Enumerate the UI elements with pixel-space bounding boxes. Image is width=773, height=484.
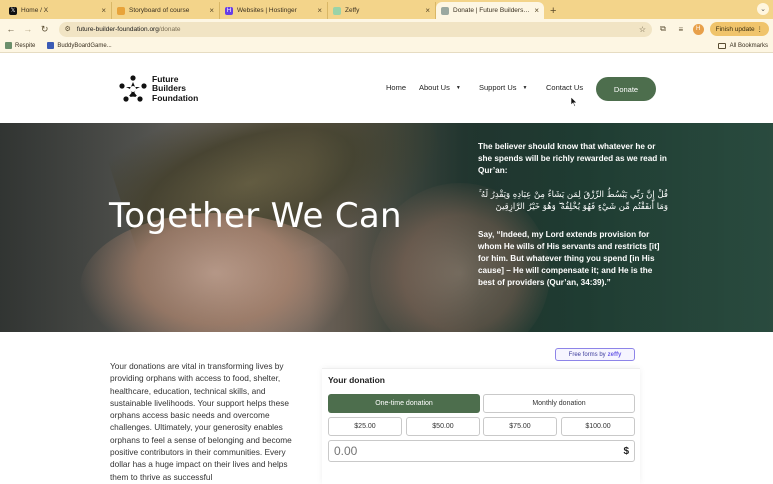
close-tab-icon[interactable]: × xyxy=(101,6,106,15)
bookmark-respite[interactable]: Respite xyxy=(5,42,35,49)
mouse-cursor-icon xyxy=(570,97,578,107)
hostinger-icon: H xyxy=(225,6,233,15)
browser-tab-strip: 𝕏 Home / X × Storyboard of course × H We… xyxy=(0,0,773,19)
close-tab-icon[interactable]: × xyxy=(425,6,430,15)
logo-people-icon xyxy=(119,75,147,102)
tab-title: Donate | Future Builders Fou… xyxy=(453,7,531,14)
url-host: future-builder-foundation.org xyxy=(76,25,159,33)
back-icon[interactable]: ← xyxy=(4,22,18,36)
all-bookmarks-label: All Bookmarks xyxy=(729,42,768,49)
finish-update-button[interactable]: Finish update ⋮ xyxy=(709,22,769,36)
x-logo-icon: 𝕏 xyxy=(9,6,17,15)
tab-title: Home / X xyxy=(21,7,49,14)
dropdown-caret-icon: ▼ xyxy=(522,84,528,91)
browser-tab-active[interactable]: Donate | Future Builders Fou… × xyxy=(436,2,544,19)
site-info-icon[interactable]: ⚙ xyxy=(65,25,71,33)
bookmark-label: BuddyBoardGame... xyxy=(57,42,112,49)
close-tab-icon[interactable]: × xyxy=(534,6,539,15)
browser-tab[interactable]: H Websites | Hostinger × xyxy=(220,2,328,19)
folder-icon xyxy=(717,42,726,49)
tab-title: Websites | Hostinger xyxy=(237,7,297,14)
profile-avatar[interactable]: H xyxy=(692,23,704,35)
nav-contact-us[interactable]: Contact Us xyxy=(546,83,583,92)
amount-25-button[interactable]: $25.00 xyxy=(328,417,402,436)
custom-amount-field[interactable]: $ xyxy=(328,440,635,462)
hero-title: Together We Can xyxy=(109,196,402,236)
hero-banner: Together We Can The believer should know… xyxy=(0,123,773,332)
amount-100-button[interactable]: $100.00 xyxy=(561,417,635,436)
nav-label: Home xyxy=(386,83,407,92)
donate-button[interactable]: Donate xyxy=(596,77,656,101)
url-field[interactable]: ⚙ future-builder-foundation.org/donate ☆ xyxy=(58,21,653,37)
logo-line: Foundation xyxy=(152,92,199,103)
form-title: Your donation xyxy=(328,375,385,385)
donation-description: Your donations are vital in transforming… xyxy=(110,361,292,482)
all-bookmarks-button[interactable]: All Bookmarks xyxy=(717,42,768,49)
custom-amount-input[interactable] xyxy=(334,444,594,458)
nav-home[interactable]: Home xyxy=(386,83,406,92)
browser-tab[interactable]: 𝕏 Home / X × xyxy=(4,2,112,19)
forward-icon[interactable]: → xyxy=(21,22,35,36)
amount-75-button[interactable]: $75.00 xyxy=(483,417,557,436)
tab-title: Zeffy xyxy=(345,7,360,14)
finish-update-label: Finish update xyxy=(715,25,755,33)
hero-arabic-verse: قُلْ إِنَّ رَبِّي يَبْسُطُ الرِّزْقَ لِم… xyxy=(478,190,668,212)
monthly-donation-button[interactable]: Monthly donation xyxy=(483,394,635,413)
bookmark-buddyboardgame[interactable]: BuddyBoardGame... xyxy=(47,42,112,49)
nav-support-us[interactable]: Support Us ▼ xyxy=(479,83,527,92)
badge-prefix: Free forms by xyxy=(568,351,606,358)
bookmark-label: Respite xyxy=(15,42,36,49)
bookmark-favicon-icon xyxy=(47,42,55,49)
zeffy-badge[interactable]: Free forms by zeffy xyxy=(555,348,635,361)
bookmarks-bar: Respite BuddyBoardGame... All Bookmarks xyxy=(0,39,773,53)
nav-label: Contact Us xyxy=(546,83,584,92)
dropdown-caret-icon: ▼ xyxy=(455,84,461,91)
site-header: Future Builders Foundation Home About Us… xyxy=(0,54,773,123)
reload-icon[interactable]: ↻ xyxy=(38,22,52,36)
nav-about-us[interactable]: About Us ▼ xyxy=(419,83,461,92)
tab-title: Storyboard of course xyxy=(129,7,190,14)
doc-icon xyxy=(117,6,125,15)
logo-wordmark: Future Builders Foundation xyxy=(152,74,199,104)
close-tab-icon[interactable]: × xyxy=(209,6,214,15)
nav-label: Support Us xyxy=(479,83,517,92)
address-bar-row: ← → ↻ ⚙ future-builder-foundation.org/do… xyxy=(0,19,773,39)
currency-symbol: $ xyxy=(623,445,629,457)
donation-form: Your donation One-time donation Monthly … xyxy=(322,368,640,484)
close-tab-icon[interactable]: × xyxy=(317,6,322,15)
media-controls-icon[interactable]: ≡ xyxy=(674,22,688,36)
browser-tab[interactable]: Zeffy × xyxy=(328,2,436,19)
site-logo[interactable]: Future Builders Foundation xyxy=(118,74,198,104)
extensions-icon[interactable]: ⧉ xyxy=(656,22,670,36)
nav-label: About Us xyxy=(419,83,450,92)
amount-50-button[interactable]: $50.00 xyxy=(406,417,480,436)
one-time-donation-button[interactable]: One-time donation xyxy=(328,394,480,413)
tab-search-icon[interactable]: ⌄ xyxy=(757,3,769,15)
bookmark-star-icon[interactable]: ☆ xyxy=(639,25,646,34)
bookmark-favicon-icon xyxy=(5,42,12,49)
hero-quote: The believer should know that whatever h… xyxy=(478,142,667,175)
hero-translation: Say, “Indeed, my Lord extends provision … xyxy=(478,230,660,287)
browser-tab[interactable]: Storyboard of course × xyxy=(112,2,220,19)
badge-brand: zeffy xyxy=(607,351,622,358)
url-path: /donate xyxy=(158,25,181,33)
zeffy-icon xyxy=(333,6,341,15)
new-tab-button[interactable]: + xyxy=(544,2,562,19)
site-icon xyxy=(441,6,449,15)
